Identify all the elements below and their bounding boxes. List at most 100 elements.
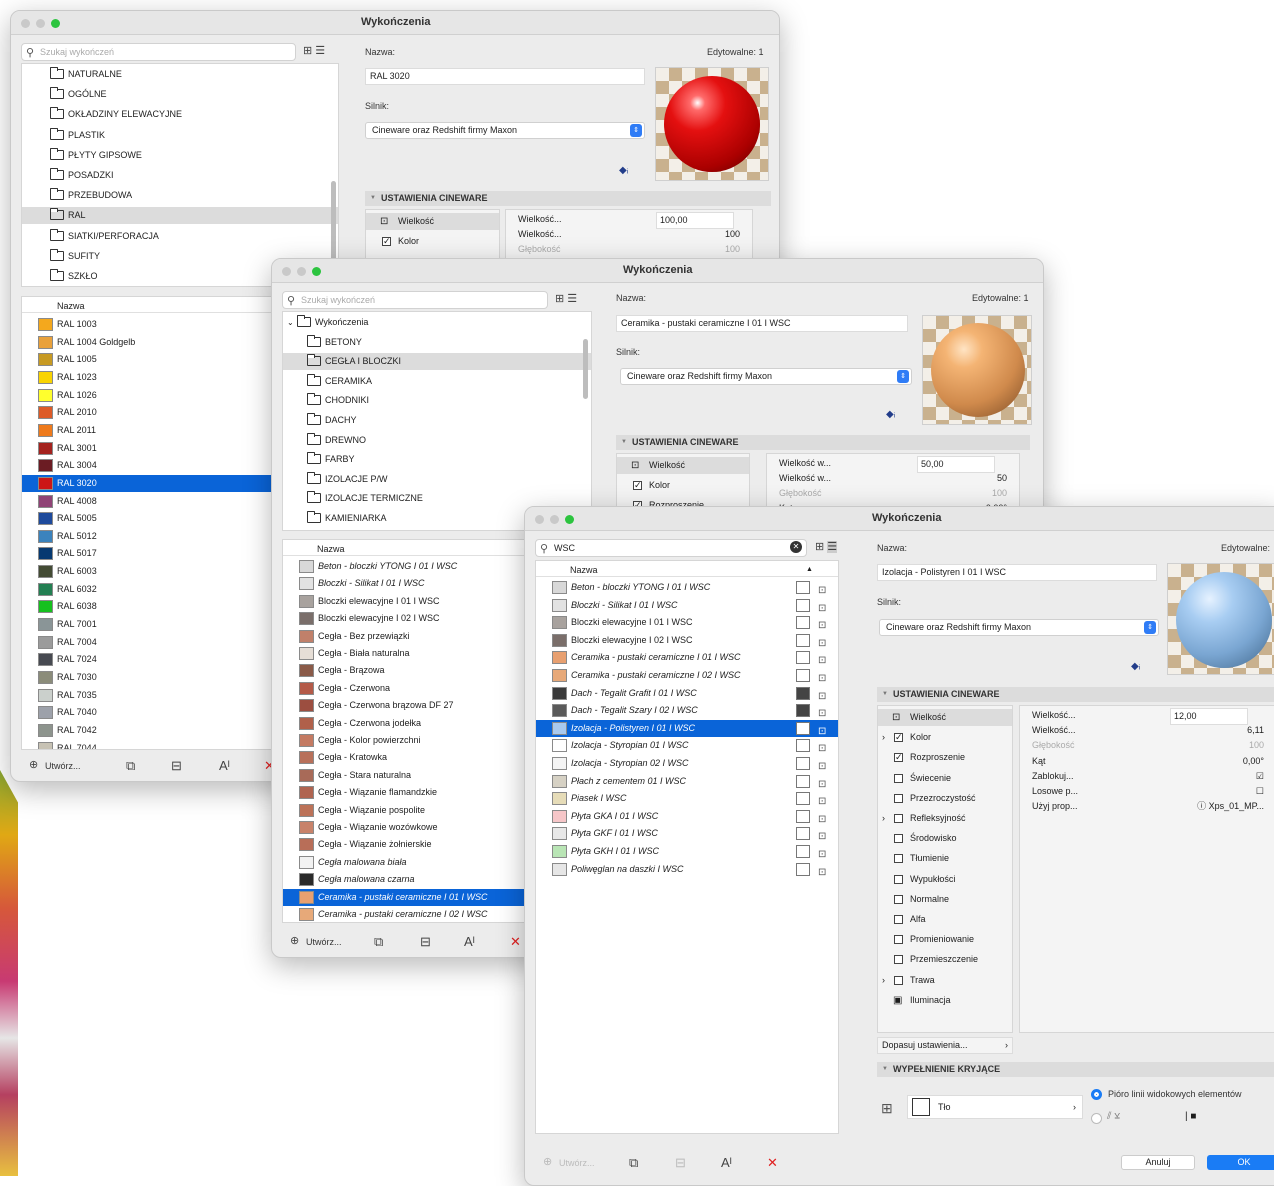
channel-checkbox[interactable] [894,935,903,945]
search-input[interactable]: ⚲ Szukaj wykończeń [282,291,548,309]
channel-checkbox[interactable] [894,834,903,844]
channel-checkbox[interactable] [894,793,903,803]
engine-select[interactable]: Cineware oraz Redshift firmy Maxon ⇕ [620,368,912,385]
cineware-section-header[interactable]: USTAWIENIA CINEWARE [616,435,1030,450]
list-item[interactable]: Bloczki elewacyjne I 02 I WSC ⊡ [536,632,838,649]
channel-item[interactable]: Środowisko [878,830,1012,847]
override-checkbox[interactable] [796,827,810,841]
channel-item[interactable]: Świecenie [878,770,1012,787]
override-checkbox[interactable] [796,651,810,665]
channel-item[interactable]: ▣ Iluminacja [878,992,1012,1009]
channel-item[interactable]: › Trawa [878,972,1012,989]
minimize-traffic-light[interactable] [550,515,559,524]
channel-item[interactable]: › Refleksyjność [878,810,1012,827]
list-item[interactable]: Dach - Tegalit Grafit I 01 I WSC ⊡ [536,685,838,702]
property-value[interactable]: 100 [725,227,740,242]
property-row[interactable]: Wielkość w... 50,00 [767,456,1019,473]
property-row[interactable]: Wielkość... 6,11 [1020,723,1274,738]
tree-view-icon[interactable]: ⊞ [815,541,824,553]
scrollbar[interactable] [331,181,336,261]
folder-item[interactable]: PŁYTY GIPSOWE [22,147,338,164]
folder-item[interactable]: RAL [22,207,338,225]
property-row[interactable]: Głębokość 100 [767,486,1019,501]
channel-item[interactable]: Alfa [878,911,1012,928]
radio-unselected[interactable] [1091,1113,1102,1124]
override-checkbox[interactable] [796,704,810,718]
channel-item[interactable]: Promieniowanie [878,931,1012,948]
channel-item[interactable]: ⊡ Wielkość [617,457,749,474]
folder-add-icon[interactable]: ⊟ [171,758,182,774]
folder-item[interactable]: FARBY [283,451,591,468]
property-row[interactable]: Wielkość... 12,00 [1020,708,1274,725]
pen-color-icon[interactable]: | ■ [1185,1111,1196,1122]
minimize-traffic-light[interactable] [36,19,45,28]
list-item[interactable]: Bloczki elewacyjne I 01 I WSC ⊡ [536,614,838,631]
radio-selected[interactable] [1091,1089,1102,1100]
zoom-traffic-light[interactable] [51,19,60,28]
override-checkbox[interactable] [796,686,810,700]
chevron-right-icon[interactable]: › [882,810,885,827]
folder-item[interactable]: SIATKI/PERFORACJA [22,228,338,245]
override-checkbox[interactable] [796,581,810,594]
duplicate-icon[interactable]: ⧉ [374,934,383,950]
view-toggle[interactable]: ⊞ ☰ [815,540,838,553]
list-item[interactable]: Izolacja - Polistyren I 01 I WSC ⊡ [536,719,838,737]
preview-options-icon[interactable]: ◆ᵢ [619,165,628,176]
override-checkbox[interactable] [796,598,810,612]
override-checkbox[interactable] [796,862,810,876]
fill-selector[interactable]: Tło › [907,1095,1083,1119]
delete-icon[interactable]: ✕ [510,934,521,950]
channel-checkbox[interactable] [894,773,903,783]
channel-checkbox[interactable]: ✓ [894,733,903,743]
ok-button[interactable]: OK [1207,1155,1274,1170]
view-toggle[interactable]: ⊞ ☰ [555,292,577,305]
list-item[interactable]: Bloczki - Silikat I 01 I WSC ⊡ [536,597,838,614]
name-field[interactable]: Ceramika - pustaki ceramiczne I 01 I WSC [616,315,908,332]
create-icon[interactable]: ⊕ [29,758,38,771]
cancel-button[interactable]: Anuluj [1121,1155,1195,1170]
list-item[interactable]: Beton - bloczki YTONG I 01 I WSC ⊡ [536,579,838,596]
duplicate-icon[interactable]: ⧉ [629,1155,638,1171]
adjust-settings-button[interactable]: Dopasuj ustawienia... › [877,1037,1013,1054]
folder-item[interactable]: IZOLACJE P/W [283,471,591,488]
channel-item[interactable]: ⊡ Wielkość [878,709,1012,726]
list-item[interactable]: Płyta GKH I 01 I WSC ⊡ [536,843,838,860]
channel-checkbox[interactable] [894,955,903,965]
override-checkbox[interactable] [796,633,810,647]
list-item[interactable]: Izolacja - Styropian 01 I WSC ⊡ [536,737,838,754]
view-toggle[interactable]: ⊞ ☰ [303,44,325,57]
folder-item[interactable]: CHODNIKI [283,392,591,409]
create-icon[interactable]: ⊕ [290,934,299,947]
override-checkbox[interactable] [796,845,810,858]
preview-options-icon[interactable]: ◆ᵢ [1131,661,1140,672]
override-checkbox[interactable] [796,721,810,735]
rename-icon[interactable]: Aᴵ [464,934,475,949]
channel-item[interactable]: ⊡ Wielkość [366,213,499,230]
list-item[interactable]: Poliwęglan na daszki I WSC ⊡ [536,861,838,878]
list-view-icon[interactable]: ☰ [567,293,577,305]
sort-ascending-icon[interactable]: ▲ [806,563,813,577]
property-row[interactable]: Głębokość 100 [1020,738,1274,753]
override-checkbox[interactable] [796,739,810,753]
property-row[interactable]: Głębokość 100 [506,242,752,257]
channel-checkbox[interactable] [894,894,903,904]
channel-checkbox[interactable] [894,975,903,985]
scrollbar[interactable] [583,339,588,399]
list-header[interactable]: Nazwa ▲ [536,563,838,577]
list-view-icon[interactable]: ☰ [315,45,325,57]
override-checkbox[interactable] [796,616,810,630]
engine-select[interactable]: Cineware oraz Redshift firmy Maxon ⇕ [365,122,645,139]
channel-item[interactable]: Wypukłości [878,871,1012,888]
list-item[interactable]: Ceramika - pustaki ceramiczne I 01 I WSC… [536,649,838,666]
override-checkbox[interactable] [796,809,810,823]
override-checkbox[interactable] [796,774,810,788]
list-view-icon[interactable]: ☰ [827,541,838,553]
folder-item[interactable]: DREWNO [283,432,591,449]
cineware-section-header[interactable]: USTAWIENIA CINEWARE [365,191,771,206]
chevron-down-icon[interactable]: ⌄ [287,314,294,331]
tree-root[interactable]: ⌄ Wykończenia [283,314,591,331]
channel-item[interactable]: ✓ Kolor [617,477,749,494]
channel-item[interactable]: Tłumienie [878,850,1012,867]
minimize-traffic-light[interactable] [297,267,306,276]
create-button[interactable]: Utwórz... [306,937,342,947]
